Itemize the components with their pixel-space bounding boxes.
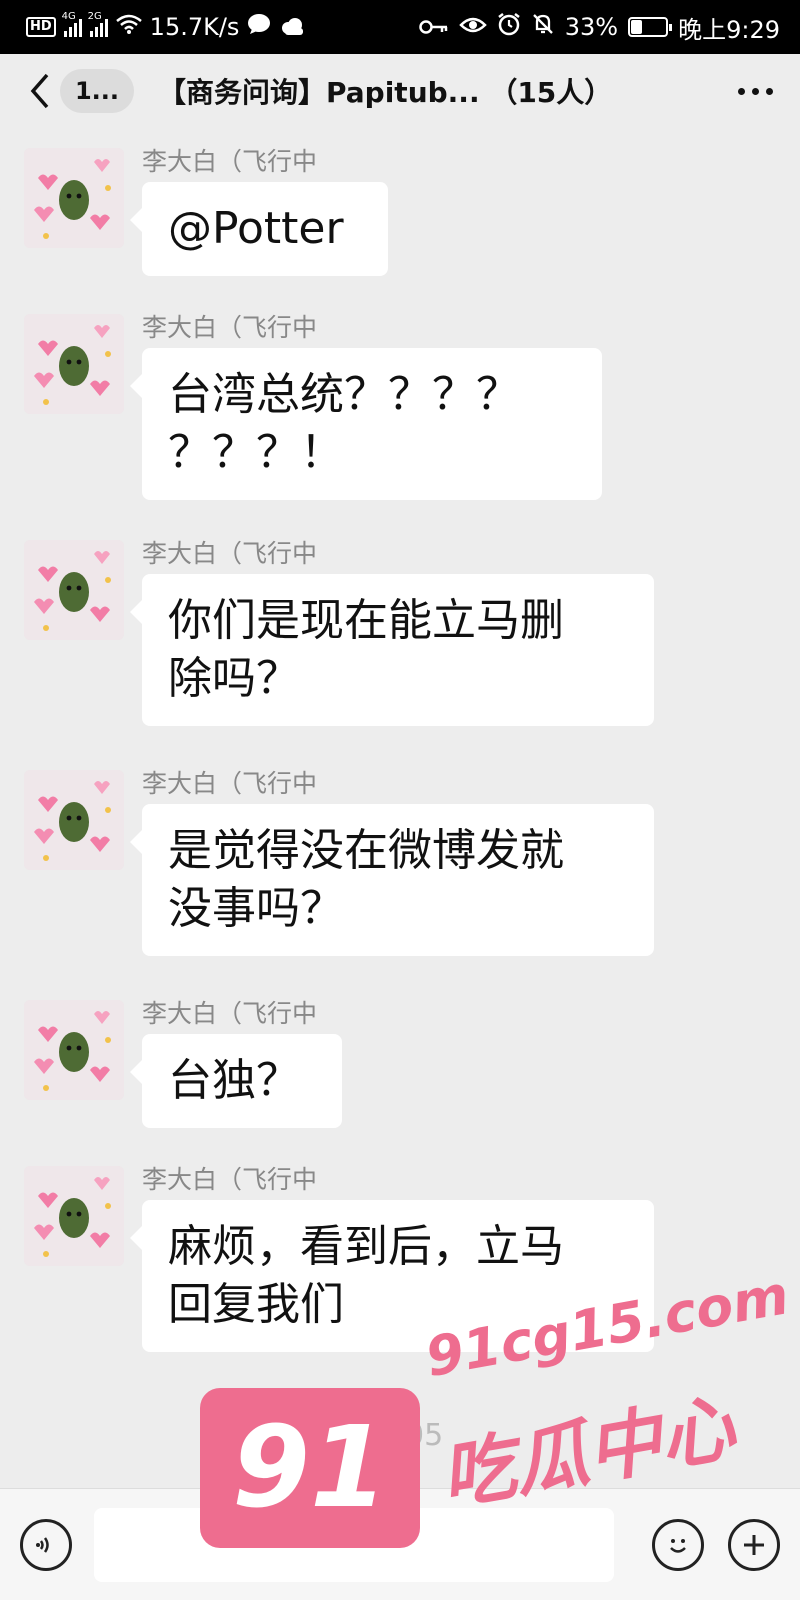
signal-icon-sim2: 2G <box>88 11 108 37</box>
wifi-icon <box>115 14 142 40</box>
battery-icon <box>628 17 673 37</box>
input-bar <box>0 1488 800 1600</box>
sim1-label: 4G <box>61 11 76 22</box>
message-input[interactable] <box>94 1507 614 1582</box>
sender-name: 李大白（飞行中 <box>142 539 318 568</box>
message-bubble[interactable]: 麻烦，看到后，立马 回复我们 <box>130 1200 654 1352</box>
avatar[interactable] <box>24 1166 124 1266</box>
mute-icon <box>531 12 555 42</box>
plus-button[interactable] <box>728 1518 780 1571</box>
input-actions <box>652 1518 780 1571</box>
avatar[interactable] <box>24 1000 124 1100</box>
unread-count-badge[interactable]: 1... <box>60 69 134 113</box>
avatar[interactable] <box>24 148 124 248</box>
back-button[interactable] <box>20 71 60 111</box>
sender-name: 李大白（飞行中 <box>142 313 318 342</box>
sender-name: 李大白（飞行中 <box>142 999 318 1028</box>
avatar[interactable] <box>24 540 124 640</box>
more-options-button[interactable] <box>730 71 780 111</box>
battery-percent: 33% <box>564 13 619 41</box>
message-text-line: 除吗？ <box>168 653 300 704</box>
voice-icon <box>36 1536 49 1553</box>
hd-badge: HD <box>26 17 56 37</box>
sim2-label: 2G <box>87 11 102 22</box>
message-text-line: 台独？ <box>168 1055 300 1106</box>
chevron-left-icon <box>30 73 49 109</box>
message-text-line: 麻烦，看到后，立马 <box>168 1221 564 1272</box>
chat-title: 【商务问询】Papitub... （15人） <box>158 76 613 109</box>
sender-name: 李大白（飞行中 <box>142 1165 318 1194</box>
message-bubble[interactable]: 是觉得没在微博发就 没事吗？ <box>130 804 654 956</box>
plus-icon <box>744 1534 764 1555</box>
dot-icon <box>765 87 773 95</box>
net-speed: 15.7K/s <box>149 13 240 41</box>
status-bar: HD 4G 2G 15.7K/s 33% 晚上9:29 <box>0 0 800 54</box>
message-text-line: ？？？！ <box>168 427 344 478</box>
message-text-line: 回复我们 <box>168 1279 344 1330</box>
emoji-button[interactable] <box>652 1518 704 1571</box>
clock: 晚上9:29 <box>678 15 780 44</box>
key-icon <box>419 13 449 41</box>
message-text-line: 台湾总统？？？？ <box>168 369 520 420</box>
cloud-icon <box>279 13 307 41</box>
status-bar-left: HD 4G 2G 15.7K/s <box>26 11 307 41</box>
sender-name: 李大白（飞行中 <box>142 769 318 798</box>
eye-icon <box>458 13 487 41</box>
message-text-line: 是觉得没在微博发就 <box>168 825 564 876</box>
message-bubble[interactable]: 台独？ <box>130 1034 342 1128</box>
message-text-line: 没事吗？ <box>168 883 344 934</box>
message-bubble[interactable]: 你们是现在能立马删 除吗？ <box>130 574 654 726</box>
message-text-line: 你们是现在能立马删 <box>168 595 564 646</box>
chat-title-bar: 1... 【商务问询】Papitub... （15人） <box>0 54 800 128</box>
signal-icon-sim1: 4G <box>62 11 82 37</box>
dot-icon <box>737 87 745 95</box>
status-bar-right: 33% 晚上9:29 <box>419 10 780 45</box>
emoji-icon <box>670 1538 686 1553</box>
voice-input-button[interactable] <box>20 1518 72 1571</box>
avatar[interactable] <box>24 314 124 414</box>
battery-fill <box>631 20 643 34</box>
avatar[interactable] <box>24 770 124 870</box>
chat-icon <box>247 13 271 41</box>
timestamp: 18:05 <box>356 1418 444 1453</box>
message-bubble[interactable]: @Potter <box>130 182 388 276</box>
dot-icon <box>751 87 759 95</box>
message-bubble[interactable]: 台湾总统？？？？ ？？？！ <box>130 348 602 500</box>
sender-name: 李大白（飞行中 <box>142 147 318 176</box>
alarm-icon <box>497 12 521 42</box>
message-text-line: @Potter <box>168 203 344 254</box>
